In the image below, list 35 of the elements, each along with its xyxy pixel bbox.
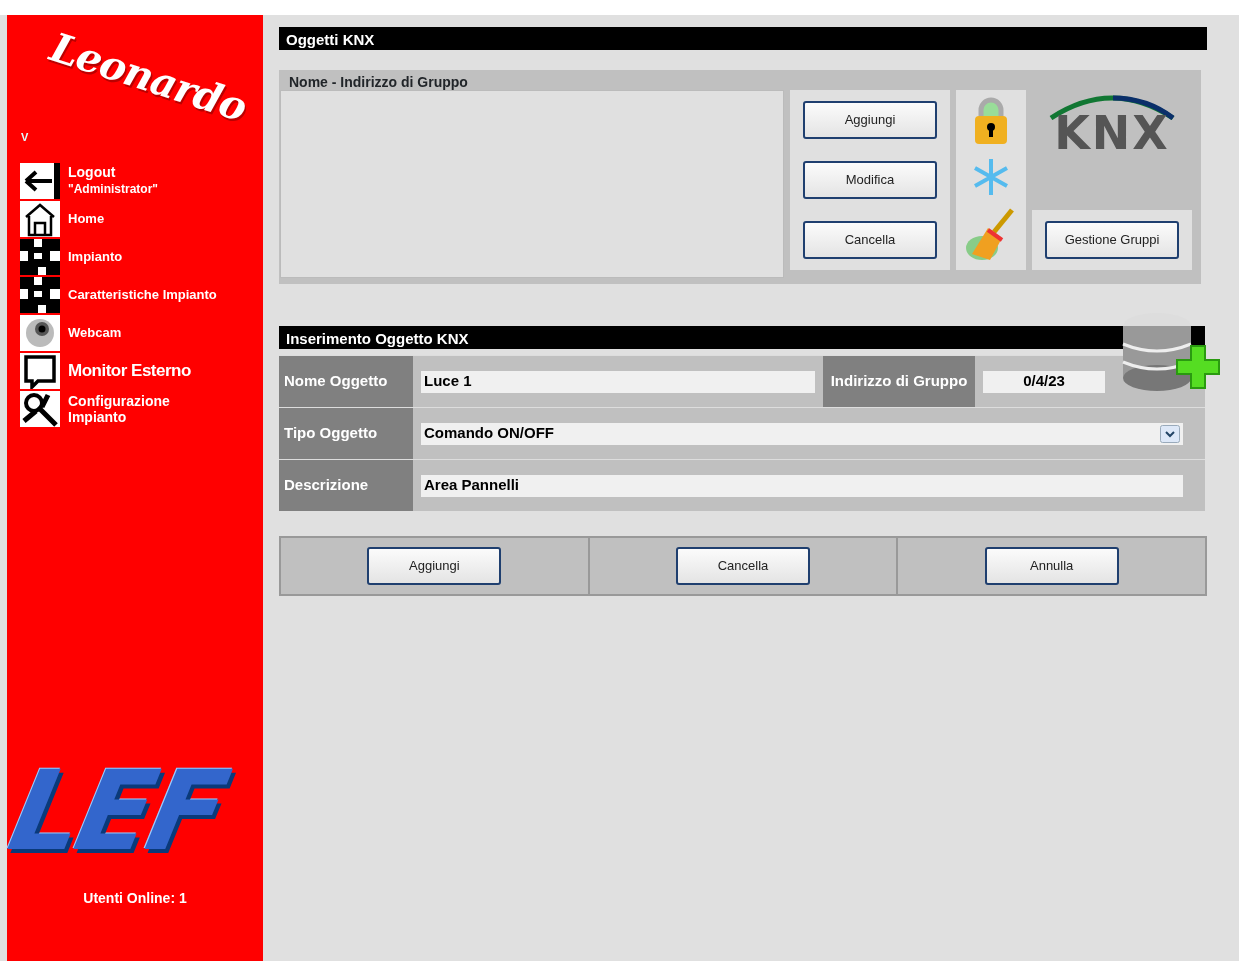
online-users-text: Utenti Online: 1 [83, 889, 187, 908]
field-label: Tipo Oggetto [279, 408, 413, 459]
action-button[interactable]: Modifica [803, 161, 937, 199]
description-input[interactable]: Area Pannelli [421, 474, 1183, 497]
menu-link[interactable]: Impianto [68, 247, 123, 267]
menu-link[interactable]: Home [68, 209, 105, 229]
list-header: Nome - Indirizzo di Gruppo [288, 73, 469, 90]
brand-logo: LEF [1, 756, 234, 866]
menu-link[interactable]: Webcam [68, 323, 122, 343]
menu-link-subtext[interactable]: Impianto [68, 409, 170, 426]
menu-link[interactable]: Monitor Esterno [68, 358, 191, 384]
action-button[interactable]: Aggiungi [803, 101, 937, 139]
menu-link[interactable]: Logout [68, 163, 159, 181]
menu-link[interactable]: Configurazione [68, 392, 170, 409]
form-button[interactable]: Aggiungi [367, 547, 502, 585]
type-select[interactable]: Comando ON/OFF [421, 422, 1183, 445]
address-input[interactable]: 0/4/23 [983, 370, 1105, 393]
action-button[interactable]: Cancella [803, 221, 937, 259]
menu-link-subtext[interactable]: "Administrator" [68, 180, 159, 199]
field-label: Nome Oggetto [279, 356, 413, 407]
pattern-icon[interactable] [20, 277, 60, 313]
form-button[interactable]: Annulla [984, 547, 1119, 585]
field-label: Indirizzo di Gruppo [823, 356, 975, 407]
manage-groups-button[interactable]: Gestione Gruppi [1045, 221, 1179, 259]
pattern-icon[interactable] [20, 239, 60, 275]
form-title: Inserimento Oggetto KNX [279, 326, 1205, 349]
webcam-icon[interactable] [20, 315, 60, 351]
house-icon[interactable] [20, 201, 60, 237]
name-input[interactable]: Luce 1 [421, 370, 815, 393]
knx-logo: KNX [1047, 90, 1177, 160]
field-label: Descrizione [279, 460, 413, 511]
form-button[interactable]: Cancella [676, 547, 810, 585]
menu-link[interactable]: Caratteristiche Impianto [68, 285, 217, 305]
marker-text: V [21, 130, 29, 145]
page-title: Oggetti KNX [279, 27, 1207, 50]
